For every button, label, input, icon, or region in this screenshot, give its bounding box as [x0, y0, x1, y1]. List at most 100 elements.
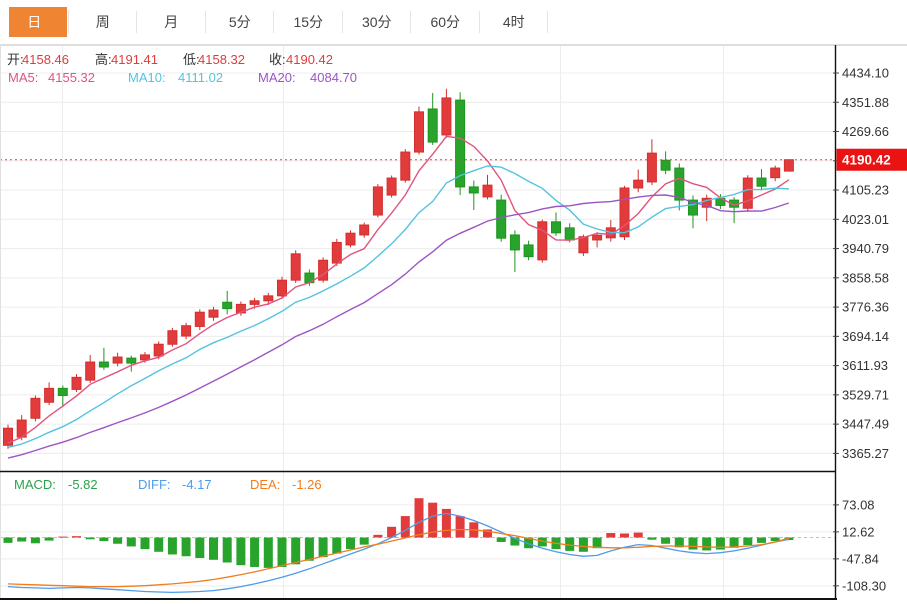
macd-bar-positive	[633, 532, 643, 538]
tab-15min[interactable]: 15分	[274, 0, 343, 44]
tab-5min[interactable]: 5分	[206, 0, 275, 44]
main-axis-label: 3940.79	[842, 241, 889, 256]
macd-bar-positive	[72, 536, 81, 538]
macd-bar-negative	[496, 537, 506, 542]
macd-bar-negative	[236, 537, 246, 566]
macd-bar-negative	[44, 537, 54, 541]
tab-month-label: 月	[164, 14, 179, 30]
macd-bar-negative	[195, 537, 205, 559]
macd-readout: MACD: -5.82 DIFF: -4.17 DEA: -1.26	[14, 477, 322, 492]
macd-bar-negative	[263, 537, 273, 568]
main-axis-label: 4434.10	[842, 66, 889, 81]
candle-up	[646, 152, 657, 183]
macd-bar-negative	[702, 537, 712, 551]
macd-bar-negative	[688, 537, 698, 550]
macd-bar-negative	[647, 537, 657, 540]
macd-bar-negative	[154, 537, 164, 552]
main-axis-label: 3365.27	[842, 446, 889, 461]
main-axis-label: 4269.66	[842, 124, 889, 139]
candle-down	[551, 221, 561, 234]
period-tab-bar: 日 周 月 5分 15分 30分 60分 4时	[0, 0, 907, 45]
chart-svg[interactable]: 4434.104351.884269.664187.444105.234023.…	[0, 45, 907, 604]
tab-60min-label: 60分	[430, 14, 461, 30]
ohlc-readout: 开:4158.46 高:4191.41 低:4158.32 收:4190.42	[7, 52, 333, 67]
main-axis-label: 4351.88	[842, 95, 889, 110]
macd-bar-negative	[222, 537, 232, 563]
tab-week-label: 周	[95, 14, 110, 30]
candle-up	[633, 179, 644, 189]
candle-down	[468, 186, 479, 194]
tab-30min[interactable]: 30分	[343, 0, 412, 44]
main-axis-label: 3858.58	[842, 270, 889, 285]
macd-bar-negative	[661, 537, 671, 544]
tab-month[interactable]: 月	[137, 0, 206, 44]
tab-day-label: 日	[27, 14, 42, 30]
macd-bar-negative	[277, 537, 287, 567]
macd-bar-negative	[291, 537, 301, 565]
candle-up	[482, 184, 493, 198]
macd-bar-positive	[58, 536, 68, 538]
candle-up	[290, 253, 301, 281]
candle-down	[509, 234, 520, 251]
tab-15min-label: 15分	[293, 14, 324, 30]
tab-4hour[interactable]: 4时	[480, 0, 549, 44]
macd-bar-negative	[332, 537, 342, 554]
price-badge-value: 4190.42	[842, 153, 891, 168]
macd-bar-positive	[455, 516, 465, 538]
candle-up	[578, 236, 589, 254]
macd-bar-negative	[250, 537, 260, 567]
candle-down	[496, 199, 507, 239]
candle-up	[372, 186, 383, 216]
candle-up	[742, 177, 753, 209]
macd-bar-negative	[346, 537, 355, 550]
candle-up	[208, 309, 219, 318]
chart-area[interactable]: 4434.104351.884269.664187.444105.234023.…	[0, 45, 907, 604]
candle-up	[331, 241, 342, 264]
tab-day[interactable]: 日	[0, 0, 69, 44]
ma-readout: MA5: 4155.32 MA10: 4111.02 MA20: 4084.70	[8, 70, 357, 85]
macd-bar-negative	[85, 537, 95, 540]
candle-down	[57, 387, 68, 396]
candle-up	[783, 159, 794, 172]
main-axis-label: 3611.93	[842, 358, 888, 373]
macd-bar-negative	[140, 537, 150, 550]
candle-up	[85, 361, 96, 381]
candle-down	[126, 357, 137, 364]
candle-down	[523, 244, 534, 258]
candle-down	[674, 167, 685, 201]
macd-bar-negative	[3, 537, 13, 543]
macd-bar-negative	[304, 537, 314, 561]
main-axis-label: 4023.01	[842, 212, 889, 227]
tab-week[interactable]: 周	[69, 0, 138, 44]
candle-up	[263, 295, 274, 302]
candle-up	[181, 325, 192, 337]
main-axis-label: 3776.36	[842, 300, 889, 315]
candle-up	[386, 177, 397, 196]
macd-bar-positive	[400, 516, 410, 538]
candle-down	[222, 301, 233, 310]
diff-line	[7, 512, 790, 594]
candle-up	[770, 167, 781, 179]
tab-60min[interactable]: 60分	[411, 0, 480, 44]
macd-bar-negative	[99, 537, 109, 542]
candle-down	[756, 177, 767, 187]
candle-down	[98, 361, 109, 368]
candle-up	[441, 97, 452, 136]
ma5-line	[7, 135, 790, 444]
candle-up	[414, 111, 424, 153]
macd-bar-positive	[606, 533, 616, 538]
macd-axis-label: -47.84	[842, 551, 879, 566]
macd-bar-positive	[373, 534, 383, 538]
macd-bar-negative	[757, 537, 766, 543]
candle-up	[359, 224, 370, 236]
candle-up	[249, 300, 260, 305]
tab-30min-label: 30分	[361, 14, 392, 30]
candle-down	[660, 159, 671, 171]
macd-bar-positive	[620, 533, 629, 538]
macd-bar-negative	[17, 537, 27, 542]
candle-down	[564, 227, 575, 241]
tab-5min-label: 5分	[228, 14, 251, 30]
candle-up	[30, 397, 41, 419]
tab-4hour-label: 4时	[502, 14, 525, 30]
macd-bar-negative	[318, 537, 328, 558]
